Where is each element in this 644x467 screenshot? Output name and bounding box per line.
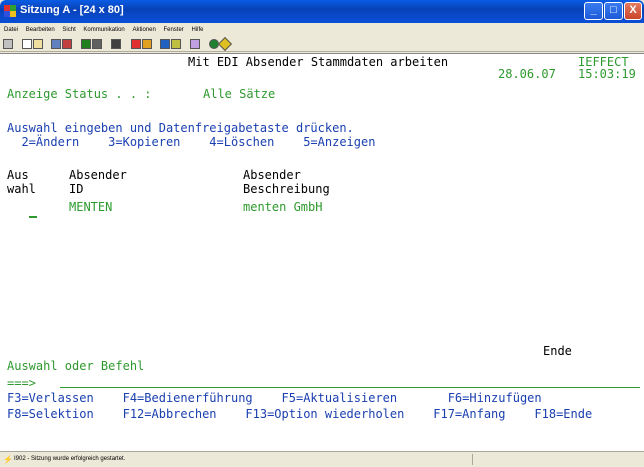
column-id: ID: [69, 182, 84, 196]
edit-icon[interactable]: [190, 39, 200, 49]
copy-icon[interactable]: [22, 39, 32, 49]
emulator-window: Sitzung A - [24 x 80] _ □ X Datei Bearbe…: [0, 0, 644, 467]
terminal-screen[interactable]: Mit EDI Absender Stammdaten arbeiten IEF…: [0, 53, 644, 451]
pencil-icon[interactable]: [217, 36, 233, 52]
selection-input-cursor[interactable]: [29, 216, 37, 218]
macro-play-icon[interactable]: [111, 39, 121, 49]
send-icon[interactable]: [51, 39, 61, 49]
app-icon: [4, 5, 16, 17]
connection-icon: ⚡: [3, 455, 13, 464]
status-value[interactable]: Alle Sätze: [203, 87, 275, 101]
menu-aktionen[interactable]: Aktionen: [132, 27, 155, 33]
command-prompt: ===>: [7, 376, 36, 390]
display-icon[interactable]: [81, 39, 91, 49]
transfer-back-icon[interactable]: [160, 39, 170, 49]
menu-bar: Datei Bearbeiten Sicht Kommunikation Akt…: [0, 23, 644, 37]
status-message: I902 - Sitzung wurde erfolgreich gestart…: [14, 456, 126, 462]
menu-hilfe[interactable]: Hilfe: [191, 27, 203, 33]
receive-icon[interactable]: [62, 39, 72, 49]
print-icon[interactable]: [3, 39, 13, 49]
status-bar: ⚡ I902 - Sitzung wurde erfolgreich gesta…: [0, 451, 644, 467]
function-keys-line-1: F3=Verlassen F4=Bedienerführung F5=Aktua…: [7, 391, 542, 405]
instruction-text: Auswahl eingeben und Datenfreigabetaste …: [7, 121, 354, 135]
column-absender: Absender: [69, 168, 127, 182]
status-label: Anzeige Status . . :: [7, 87, 152, 101]
column-absender-2: Absender: [243, 168, 301, 182]
column-wahl: wahl: [7, 182, 36, 196]
macro-icon[interactable]: [92, 39, 102, 49]
title-bar[interactable]: Sitzung A - [24 x 80] _ □ X: [0, 0, 644, 23]
function-keys-line-2: F8=Selektion F12=Abbrechen F13=Option wi…: [7, 407, 593, 421]
menu-kommunikation[interactable]: Kommunikation: [83, 27, 124, 33]
column-aus: Aus: [7, 168, 29, 182]
minimize-button[interactable]: _: [584, 2, 603, 20]
menu-datei[interactable]: Datei: [4, 27, 18, 33]
menu-fenster[interactable]: Fenster: [163, 27, 183, 33]
option-list: 2=Ändern 3=Kopieren 4=Löschen 5=Anzeigen: [7, 135, 376, 149]
status-divider: [472, 454, 473, 465]
window-title: Sitzung A - [24 x 80]: [20, 4, 124, 16]
row-id: MENTEN: [69, 200, 113, 214]
clipboard-icon[interactable]: [171, 39, 181, 49]
maximize-button[interactable]: □: [604, 2, 623, 20]
screen-title: Mit EDI Absender Stammdaten arbeiten: [188, 55, 449, 69]
command-input[interactable]: [60, 387, 640, 388]
menu-sicht[interactable]: Sicht: [62, 27, 75, 33]
row-description: menten GmbH: [243, 200, 323, 214]
toolbar: [0, 36, 644, 52]
column-beschreibung: Beschreibung: [243, 182, 330, 196]
time: 15:03:19: [578, 67, 636, 81]
close-button[interactable]: X: [624, 2, 642, 20]
menu-bearbeiten[interactable]: Bearbeiten: [26, 27, 55, 33]
end-marker: Ende: [543, 344, 572, 358]
record-icon[interactable]: [131, 39, 141, 49]
paste-icon[interactable]: [33, 39, 43, 49]
transfer-icon[interactable]: [142, 39, 152, 49]
command-label: Auswahl oder Befehl: [7, 359, 145, 373]
date: 28.06.07: [498, 67, 556, 81]
